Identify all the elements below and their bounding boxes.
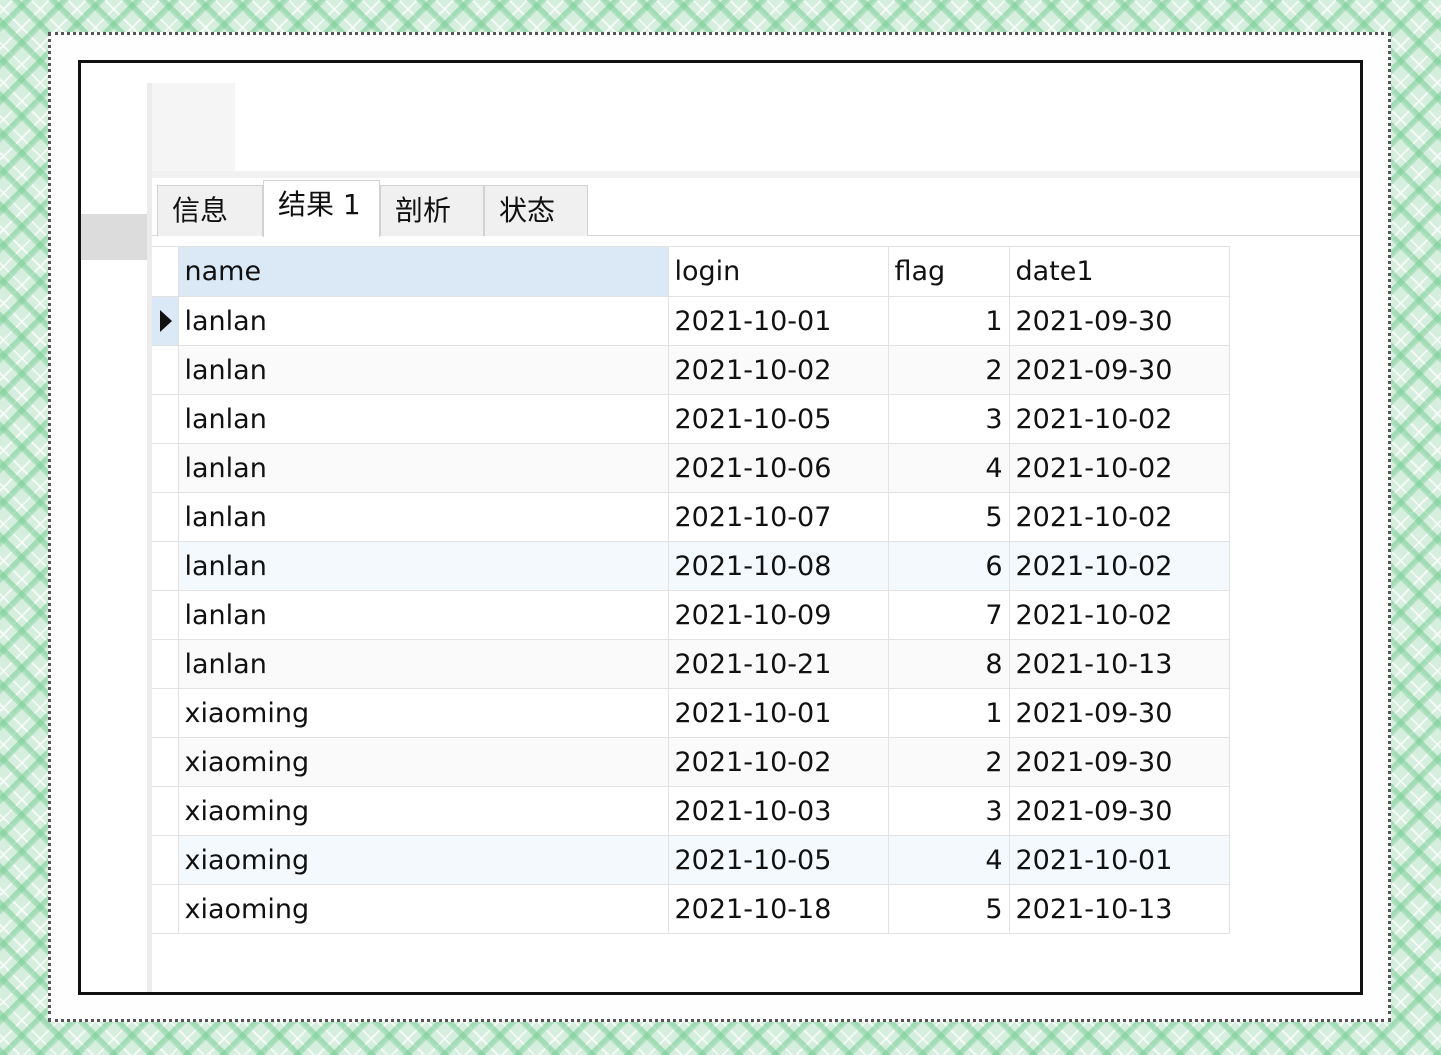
row-indicator[interactable] bbox=[152, 639, 179, 689]
table-row[interactable]: lanlan 2021-10-21 8 2021-10-13 bbox=[152, 639, 1230, 689]
row-indicator[interactable] bbox=[152, 835, 179, 885]
cell-date1[interactable]: 2021-09-30 bbox=[1008, 688, 1230, 738]
cell-login[interactable]: 2021-10-02 bbox=[667, 737, 889, 787]
column-header-login[interactable]: login bbox=[667, 246, 889, 297]
table-row[interactable]: lanlan 2021-10-07 5 2021-10-02 bbox=[152, 492, 1230, 542]
cell-date1[interactable]: 2021-10-02 bbox=[1008, 394, 1230, 444]
column-header-date1[interactable]: date1 bbox=[1008, 246, 1230, 297]
table-row[interactable]: lanlan 2021-10-01 1 2021-09-30 bbox=[152, 296, 1230, 346]
cell-name[interactable]: lanlan bbox=[177, 590, 669, 640]
cell-flag[interactable]: 1 bbox=[887, 688, 1010, 738]
query-window: 信息 结果 1 剖析 状态 name login flag date1 lanl… bbox=[78, 60, 1363, 995]
cell-date1[interactable]: 2021-10-13 bbox=[1008, 884, 1230, 934]
cell-flag[interactable]: 6 bbox=[887, 541, 1010, 591]
cell-flag[interactable]: 4 bbox=[887, 443, 1010, 493]
cell-login[interactable]: 2021-10-05 bbox=[667, 394, 889, 444]
cell-flag[interactable]: 5 bbox=[887, 884, 1010, 934]
result-tab-bar: 信息 结果 1 剖析 状态 bbox=[152, 178, 1360, 237]
tab-bar-separator bbox=[152, 171, 1360, 178]
cell-login[interactable]: 2021-10-09 bbox=[667, 590, 889, 640]
cell-login[interactable]: 2021-10-03 bbox=[667, 786, 889, 836]
cell-date1[interactable]: 2021-09-30 bbox=[1008, 786, 1230, 836]
table-row[interactable]: xiaoming 2021-10-01 1 2021-09-30 bbox=[152, 688, 1230, 738]
cell-name[interactable]: lanlan bbox=[177, 639, 669, 689]
table-row[interactable]: xiaoming 2021-10-18 5 2021-10-13 bbox=[152, 884, 1230, 934]
cell-date1[interactable]: 2021-09-30 bbox=[1008, 345, 1230, 395]
row-indicator[interactable] bbox=[152, 345, 179, 395]
cell-name[interactable]: lanlan bbox=[177, 394, 669, 444]
cell-flag[interactable]: 5 bbox=[887, 492, 1010, 542]
cell-flag[interactable]: 3 bbox=[887, 394, 1010, 444]
cell-flag[interactable]: 2 bbox=[887, 345, 1010, 395]
cell-login[interactable]: 2021-10-21 bbox=[667, 639, 889, 689]
cell-date1[interactable]: 2021-10-02 bbox=[1008, 590, 1230, 640]
cell-name[interactable]: xiaoming bbox=[177, 688, 669, 738]
cell-name[interactable]: xiaoming bbox=[177, 786, 669, 836]
header-row: name login flag date1 bbox=[152, 246, 1230, 297]
cell-login[interactable]: 2021-10-06 bbox=[667, 443, 889, 493]
table-row[interactable]: xiaoming 2021-10-02 2 2021-09-30 bbox=[152, 737, 1230, 787]
cell-name[interactable]: xiaoming bbox=[177, 737, 669, 787]
row-indicator[interactable] bbox=[152, 443, 179, 493]
cell-date1[interactable]: 2021-10-02 bbox=[1008, 443, 1230, 493]
cell-date1[interactable]: 2021-09-30 bbox=[1008, 737, 1230, 787]
cell-date1[interactable]: 2021-10-02 bbox=[1008, 541, 1230, 591]
column-header-flag[interactable]: flag bbox=[887, 246, 1010, 297]
row-pointer-icon bbox=[160, 310, 172, 332]
tab-profile[interactable]: 剖析 bbox=[380, 185, 484, 236]
cell-name[interactable]: lanlan bbox=[177, 296, 669, 346]
column-header-name[interactable]: name bbox=[177, 246, 669, 297]
table-row[interactable]: lanlan 2021-10-05 3 2021-10-02 bbox=[152, 394, 1230, 444]
row-indicator[interactable] bbox=[152, 590, 179, 640]
result-grid: name login flag date1 lanlan 2021-10-01 1 2… bbox=[152, 246, 1230, 934]
cell-login[interactable]: 2021-10-18 bbox=[667, 884, 889, 934]
row-indicator[interactable] bbox=[152, 492, 179, 542]
cell-name[interactable]: lanlan bbox=[177, 443, 669, 493]
cell-date1[interactable]: 2021-09-30 bbox=[1008, 296, 1230, 346]
editor-area bbox=[152, 83, 235, 173]
cell-flag[interactable]: 1 bbox=[887, 296, 1010, 346]
cell-login[interactable]: 2021-10-07 bbox=[667, 492, 889, 542]
table-row[interactable]: lanlan 2021-10-08 6 2021-10-02 bbox=[152, 541, 1230, 591]
cell-date1[interactable]: 2021-10-02 bbox=[1008, 492, 1230, 542]
table-row[interactable]: xiaoming 2021-10-05 4 2021-10-01 bbox=[152, 835, 1230, 885]
cell-name[interactable]: lanlan bbox=[177, 345, 669, 395]
cell-login[interactable]: 2021-10-08 bbox=[667, 541, 889, 591]
cell-name[interactable]: xiaoming bbox=[177, 835, 669, 885]
cell-flag[interactable]: 7 bbox=[887, 590, 1010, 640]
cell-name[interactable]: lanlan bbox=[177, 492, 669, 542]
row-indicator[interactable] bbox=[152, 786, 179, 836]
cell-login[interactable]: 2021-10-05 bbox=[667, 835, 889, 885]
table-row[interactable]: lanlan 2021-10-02 2 2021-09-30 bbox=[152, 345, 1230, 395]
cell-date1[interactable]: 2021-10-01 bbox=[1008, 835, 1230, 885]
row-indicator[interactable] bbox=[152, 688, 179, 738]
row-indicator[interactable] bbox=[152, 737, 179, 787]
row-indicator[interactable] bbox=[152, 541, 179, 591]
cell-flag[interactable]: 3 bbox=[887, 786, 1010, 836]
tab-result-1[interactable]: 结果 1 bbox=[263, 180, 380, 237]
cell-date1[interactable]: 2021-10-13 bbox=[1008, 639, 1230, 689]
cell-flag[interactable]: 8 bbox=[887, 639, 1010, 689]
cell-name[interactable]: lanlan bbox=[177, 541, 669, 591]
cell-flag[interactable]: 4 bbox=[887, 835, 1010, 885]
tab-status[interactable]: 状态 bbox=[484, 185, 588, 236]
row-indicator[interactable] bbox=[152, 296, 179, 346]
side-panel bbox=[81, 214, 147, 260]
row-indicator[interactable] bbox=[152, 394, 179, 444]
cell-login[interactable]: 2021-10-01 bbox=[667, 296, 889, 346]
tab-info[interactable]: 信息 bbox=[157, 185, 263, 236]
cell-login[interactable]: 2021-10-02 bbox=[667, 345, 889, 395]
row-indicator-header bbox=[152, 246, 179, 297]
cell-login[interactable]: 2021-10-01 bbox=[667, 688, 889, 738]
cell-name[interactable]: xiaoming bbox=[177, 884, 669, 934]
row-indicator[interactable] bbox=[152, 884, 179, 934]
table-row[interactable]: lanlan 2021-10-09 7 2021-10-02 bbox=[152, 590, 1230, 640]
table-row[interactable]: lanlan 2021-10-06 4 2021-10-02 bbox=[152, 443, 1230, 493]
cell-flag[interactable]: 2 bbox=[887, 737, 1010, 787]
table-row[interactable]: xiaoming 2021-10-03 3 2021-09-30 bbox=[152, 786, 1230, 836]
